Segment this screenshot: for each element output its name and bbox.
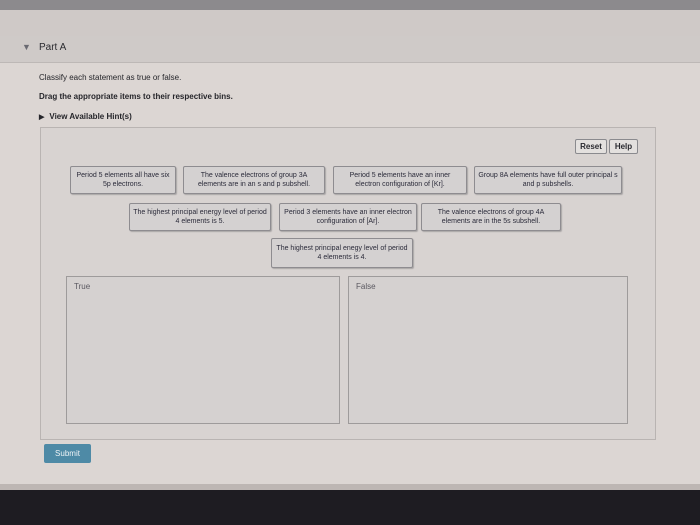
view-hints-label: View Available Hint(s) (49, 112, 132, 121)
reset-button[interactable]: Reset (575, 139, 607, 154)
instruction-classify: Classify each statement as true or false… (39, 73, 182, 82)
drag-item[interactable]: The highest principal enegy level of per… (271, 238, 413, 268)
view-hints-link[interactable]: ▶ View Available Hint(s) (39, 112, 132, 121)
part-header[interactable]: ▼ Part A (0, 36, 700, 63)
false-bin-label: False (356, 282, 376, 291)
true-bin-label: True (74, 282, 91, 291)
caret-down-icon[interactable]: ▼ (22, 42, 31, 52)
submit-button[interactable]: Submit (44, 444, 91, 463)
drag-item[interactable]: Period 5 elements all have six 5p electr… (70, 166, 176, 194)
drag-item[interactable]: Period 3 elements have an inner electron… (279, 203, 417, 231)
true-bin[interactable]: True (66, 276, 340, 424)
triangle-right-icon: ▶ (39, 114, 45, 121)
part-title: Part A (39, 42, 67, 53)
browser-screen: ▼ Part A Classify each statement as true… (0, 0, 700, 490)
false-bin[interactable]: False (348, 276, 628, 424)
drag-item[interactable]: Group 8A elements have full outer princi… (474, 166, 622, 194)
help-button[interactable]: Help (609, 139, 638, 154)
instruction-drag: Drag the appropriate items to their resp… (39, 92, 233, 101)
drag-item[interactable]: The valence electrons of group 3A elemen… (183, 166, 325, 194)
drag-item[interactable]: The highest principal energy level of pe… (129, 203, 271, 231)
top-band (0, 10, 700, 36)
drag-item[interactable]: The valence electrons of group 4A elemen… (421, 203, 561, 231)
top-bar (0, 0, 700, 10)
drag-item[interactable]: Period 5 elements have an inner electron… (333, 166, 467, 194)
screen-edge (0, 484, 700, 490)
